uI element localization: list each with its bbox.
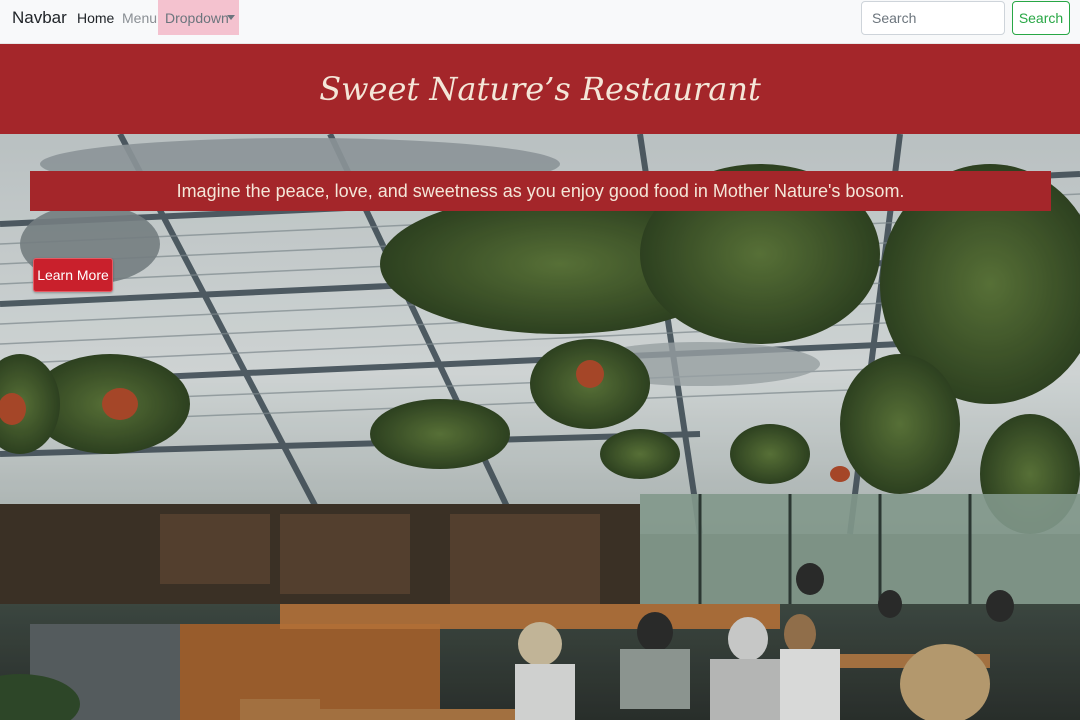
- caret-down-icon: [227, 15, 235, 20]
- nav-link-home[interactable]: Home: [77, 10, 114, 26]
- learn-more-button[interactable]: Learn More: [33, 258, 113, 292]
- navbar-brand[interactable]: Navbar: [12, 8, 67, 28]
- tagline-banner: Imagine the peace, love, and sweetness a…: [30, 171, 1051, 211]
- search-button[interactable]: Search: [1012, 1, 1070, 35]
- hero-section: Imagine the peace, love, and sweetness a…: [0, 134, 1080, 720]
- hero-tagline: Imagine the peace, love, and sweetness a…: [176, 181, 905, 201]
- search-input[interactable]: [861, 1, 1005, 35]
- header-banner: Sweet Nature’s Restaurant: [0, 44, 1080, 134]
- hero-background-image: [0, 134, 1080, 720]
- nav-link-menu[interactable]: Menu: [122, 10, 157, 26]
- nav-dropdown-label: Dropdown: [165, 10, 229, 26]
- navbar: Navbar Home Menu Dropdown Search: [0, 0, 1080, 44]
- nav-dropdown-toggle[interactable]: Dropdown: [158, 0, 239, 35]
- site-title: Sweet Nature’s Restaurant: [319, 70, 761, 108]
